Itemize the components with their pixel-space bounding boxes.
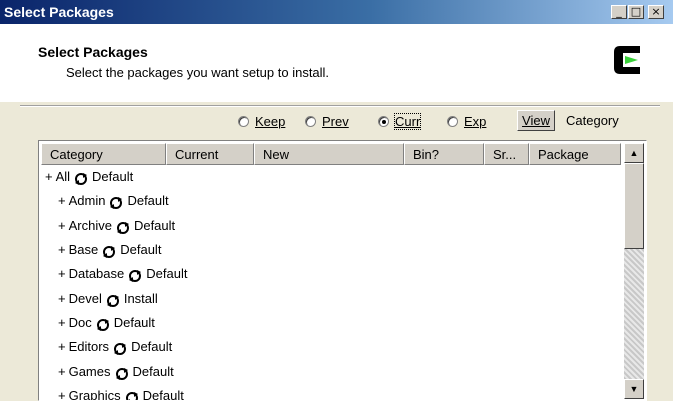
close-button[interactable]: × bbox=[648, 5, 664, 19]
cycle-icon[interactable] bbox=[113, 340, 127, 356]
radio-label: Curr bbox=[393, 112, 422, 130]
page-subtitle: Select the packages you want setup to in… bbox=[66, 65, 330, 80]
radio-prev[interactable]: Prev bbox=[305, 111, 349, 131]
install-action[interactable]: Default bbox=[134, 214, 175, 238]
install-action[interactable]: Install bbox=[124, 287, 158, 311]
category-name: Admin bbox=[68, 193, 106, 209]
column-category[interactable]: Category bbox=[41, 143, 166, 165]
radio-circle bbox=[305, 115, 316, 127]
install-action[interactable]: Default bbox=[120, 238, 161, 262]
window-title: Select Packages bbox=[4, 4, 114, 20]
cycle-icon[interactable] bbox=[102, 243, 116, 259]
expand-toggle[interactable]: + bbox=[45, 165, 53, 189]
category-name: All bbox=[55, 169, 71, 185]
category-row[interactable]: + Admin Default bbox=[41, 189, 621, 213]
category-row[interactable]: + Database Default bbox=[41, 262, 621, 286]
category-row[interactable]: + Editors Default bbox=[41, 335, 621, 359]
cycle-icon[interactable] bbox=[74, 170, 88, 186]
scroll-down-button[interactable]: ▼ bbox=[624, 379, 644, 399]
column-current[interactable]: Current bbox=[166, 143, 254, 165]
install-action[interactable]: Default bbox=[133, 360, 174, 384]
column-header: Category Current New Bin? Sr... Package bbox=[41, 143, 621, 165]
install-action[interactable]: Default bbox=[92, 165, 133, 189]
header-panel: Select Packages Select the packages you … bbox=[0, 24, 673, 102]
radio-circle-selected bbox=[378, 115, 389, 127]
cycle-icon[interactable] bbox=[109, 194, 123, 210]
scroll-thumb[interactable] bbox=[624, 163, 644, 249]
column-bin[interactable]: Bin? bbox=[404, 143, 484, 165]
radio-label: Keep bbox=[255, 113, 286, 129]
install-action[interactable]: Default bbox=[131, 335, 172, 359]
scroll-up-button[interactable]: ▲ bbox=[624, 143, 644, 163]
expand-toggle[interactable]: + bbox=[58, 262, 66, 286]
cycle-icon[interactable] bbox=[115, 365, 129, 380]
install-action[interactable]: Default bbox=[127, 189, 168, 213]
install-action[interactable]: Default bbox=[146, 262, 187, 286]
category-name: Games bbox=[68, 363, 111, 379]
install-action[interactable]: Default bbox=[114, 311, 155, 335]
category-row[interactable]: + Devel Install bbox=[41, 286, 621, 310]
expand-toggle[interactable]: + bbox=[58, 238, 66, 262]
expand-toggle[interactable]: + bbox=[58, 335, 66, 359]
maximize-button[interactable]: □ bbox=[628, 5, 644, 19]
expand-toggle[interactable]: + bbox=[58, 311, 66, 335]
cycle-icon[interactable] bbox=[128, 267, 142, 283]
package-list[interactable]: Category Current New Bin? Sr... Package … bbox=[38, 140, 647, 401]
category-name: Doc bbox=[68, 314, 92, 330]
expand-toggle[interactable]: + bbox=[58, 360, 66, 384]
category-row[interactable]: + Doc Default bbox=[41, 311, 621, 335]
cycle-icon[interactable] bbox=[116, 219, 130, 234]
column-new[interactable]: New bbox=[254, 143, 404, 165]
category-row[interactable]: + Archive Default bbox=[41, 214, 621, 238]
radio-circle bbox=[238, 115, 249, 127]
vertical-scrollbar[interactable]: ▲ ▼ bbox=[624, 143, 644, 399]
category-name: Graphics bbox=[68, 387, 121, 401]
radio-label: Prev bbox=[322, 113, 349, 129]
category-row[interactable]: + All Default bbox=[41, 165, 621, 189]
category-row[interactable]: + Games Default bbox=[41, 359, 621, 383]
column-src[interactable]: Sr... bbox=[484, 143, 529, 165]
category-row[interactable]: + Graphics Default bbox=[41, 384, 621, 401]
expand-toggle[interactable]: + bbox=[58, 287, 66, 311]
cygwin-logo-icon bbox=[614, 46, 640, 74]
column-package[interactable]: Package bbox=[529, 143, 621, 165]
page-title: Select Packages bbox=[38, 44, 148, 60]
view-mode-label: Category bbox=[566, 113, 619, 128]
title-bar: Select Packages _ □ × bbox=[0, 0, 673, 24]
view-button[interactable]: View bbox=[517, 110, 555, 131]
expand-toggle[interactable]: + bbox=[58, 384, 66, 400]
category-name: Devel bbox=[68, 290, 102, 306]
header-divider bbox=[20, 105, 660, 107]
package-rows: + All Default + Admin Default + Archive Default +… bbox=[41, 165, 621, 401]
category-name: Editors bbox=[68, 339, 110, 355]
expand-toggle[interactable]: + bbox=[58, 214, 66, 238]
radio-exp[interactable]: Exp bbox=[447, 111, 486, 131]
cycle-icon[interactable] bbox=[96, 316, 110, 331]
category-name: Base bbox=[68, 242, 99, 258]
radio-label: Exp bbox=[464, 113, 487, 129]
category-name: Archive bbox=[68, 217, 112, 233]
cycle-icon[interactable] bbox=[125, 389, 139, 400]
radio-curr[interactable]: Curr bbox=[378, 111, 422, 131]
expand-toggle[interactable]: + bbox=[58, 189, 66, 213]
category-row[interactable]: + Base Default bbox=[41, 238, 621, 262]
cycle-icon[interactable] bbox=[106, 292, 120, 307]
radio-circle bbox=[447, 115, 458, 127]
minimize-button[interactable]: _ bbox=[611, 5, 627, 19]
install-action[interactable]: Default bbox=[143, 384, 184, 400]
radio-keep[interactable]: Keep bbox=[238, 111, 285, 131]
category-name: Database bbox=[68, 266, 125, 282]
